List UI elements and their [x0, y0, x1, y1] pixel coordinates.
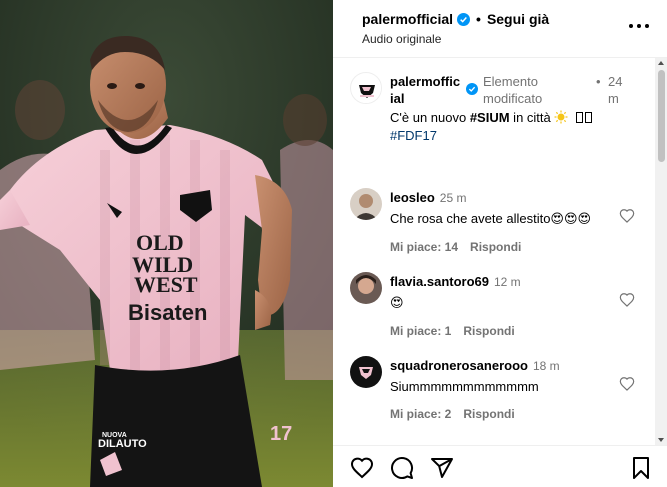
palermo-avatar[interactable] [350, 72, 382, 104]
reply-button[interactable]: Rispondi [470, 240, 521, 254]
caption-time-bullet: • [596, 74, 601, 89]
palermo-logo-icon [352, 74, 381, 103]
avatar-photo [350, 272, 382, 304]
caption-edited-1: Elemento [483, 74, 538, 89]
hashtag-sium[interactable]: #SIUM [470, 110, 510, 125]
jersey-sponsor: Bisaten [128, 300, 207, 325]
comment-likes[interactable]: Mi piace: 2 [390, 407, 451, 421]
bookmark-icon[interactable] [629, 456, 653, 480]
comment-likes[interactable]: Mi piace: 1 [390, 324, 451, 338]
comment-username[interactable]: squadronerosanerooo [390, 358, 528, 373]
shorts-number: 17 [270, 423, 292, 445]
missing-glyph-icon [584, 112, 592, 123]
caption-edited-2: modificato [483, 91, 543, 106]
avatar-photo [350, 356, 382, 388]
action-bar [333, 445, 667, 487]
scroll-down-arrow-icon[interactable] [658, 438, 664, 442]
comment-like-heart-icon[interactable] [619, 292, 635, 308]
caption-text: C'è un nuovo #SIUM in città #FDF17 [390, 109, 640, 145]
comment-time: 18 m [532, 359, 560, 373]
more-options-icon[interactable] [629, 18, 649, 34]
post-media[interactable]: OLD WILD WEST Bisaten NUOVA DILAUTO 17 [0, 0, 333, 487]
comment-username[interactable]: leosleo [390, 190, 435, 205]
comment-likes[interactable]: Mi piace: 14 [390, 240, 458, 254]
missing-glyph-icon [575, 112, 583, 123]
heart-icon[interactable] [350, 456, 374, 480]
post-header: palermofficial • Segui già Audio origina… [333, 0, 667, 58]
comment-squadronerosanerooo: squadronerosanerooo 18 m Siummmmmmmmmmmm … [390, 357, 638, 421]
flavia-avatar[interactable] [350, 272, 382, 304]
leosleo-avatar[interactable] [350, 188, 382, 220]
comment-leosleo: leosleo 25 m Che rosa che avete allestito… [390, 189, 638, 254]
header-user: palermofficial • Segui già [362, 11, 549, 27]
reply-button[interactable]: Rispondi [463, 324, 514, 338]
jersey-text-west: WEST [134, 272, 198, 297]
comment-text: 😍 [390, 295, 404, 310]
comments-scrollbar[interactable] [655, 58, 667, 445]
shorts-text-2: DILAUTO [98, 438, 147, 450]
header-username[interactable]: palermofficial [362, 11, 453, 27]
scroll-up-arrow-icon[interactable] [658, 61, 664, 65]
share-icon[interactable] [430, 456, 454, 480]
hashtag-fdf17[interactable]: #FDF17 [390, 128, 437, 143]
player-photo: OLD WILD WEST Bisaten NUOVA DILAUTO 17 [0, 0, 333, 487]
audio-link[interactable]: Audio originale [362, 32, 441, 46]
comments-list[interactable]: palermoffic ial Elemento modificato • 24… [333, 58, 655, 445]
caption-edited-block: Elemento modificato [483, 73, 542, 107]
comment-flavia: flavia.santoro69 12 m 😍 Mi piace: 1 Rispon… [390, 273, 638, 338]
header-separator: • [476, 11, 481, 27]
comment-icon[interactable] [390, 456, 414, 480]
caption-verified-icon [466, 83, 478, 95]
caption-text-prefix: C'è un nuovo [390, 110, 470, 125]
caption-time-block: 24 m [608, 73, 622, 107]
comment-time: 25 m [439, 191, 467, 205]
comment-text: Siummmmmmmmmmmm [390, 379, 539, 394]
comment-text: Che rosa che avete allestito😍😍😍 [390, 211, 592, 226]
comment-time: 12 m [494, 275, 521, 289]
caption-text-suffix: in città [509, 110, 555, 125]
caption-time-1: 24 [608, 74, 623, 89]
post-panel: palermofficial • Segui già Audio origina… [333, 0, 667, 487]
comment-like-heart-icon[interactable] [619, 208, 635, 224]
avatar-photo [350, 188, 382, 220]
squadronerosanerooo-avatar[interactable] [350, 356, 382, 388]
scrollbar-thumb[interactable] [658, 70, 665, 162]
reply-button[interactable]: Rispondi [463, 407, 514, 421]
verified-icon [457, 12, 471, 26]
follow-button[interactable]: Segui già [487, 11, 549, 27]
comment-username[interactable]: flavia.santoro69 [390, 274, 489, 289]
caption-time-2: m [608, 91, 619, 106]
comment-like-heart-icon[interactable] [619, 376, 635, 392]
sun-emoji-icon [554, 110, 568, 124]
